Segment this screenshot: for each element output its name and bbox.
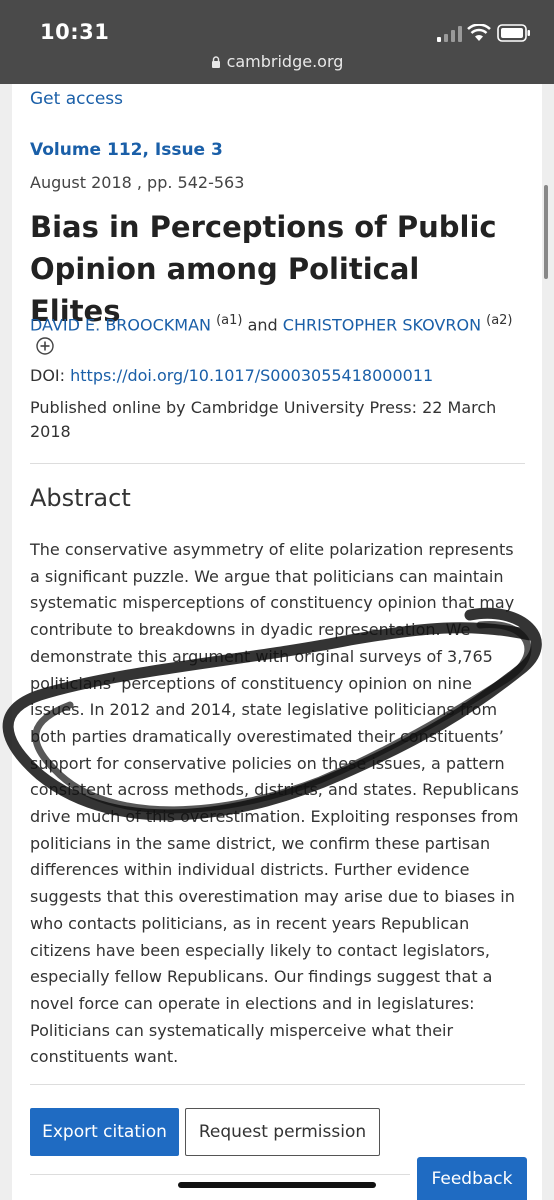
get-access-link[interactable]: Get access (30, 89, 123, 109)
export-citation-button[interactable]: Export citation (30, 1108, 179, 1156)
authors-conjunction: and (247, 315, 278, 335)
doi-label: DOI: (30, 366, 66, 385)
request-permission-button[interactable]: Request permission (185, 1108, 380, 1156)
home-indicator[interactable] (178, 1182, 376, 1188)
issue-link[interactable]: Issue 3 (155, 140, 223, 160)
battery-icon (497, 24, 530, 42)
cellular-signal-icon (437, 26, 462, 42)
feedback-button[interactable]: Feedback (417, 1157, 527, 1200)
volume-link[interactable]: Volume 112 (30, 140, 142, 160)
status-time: 10:31 (40, 20, 110, 44)
url-text: cambridge.org (226, 52, 344, 71)
abstract-heading: Abstract (30, 484, 131, 512)
doi-link[interactable]: https://doi.org/10.1017/S000305541800001… (70, 366, 433, 385)
scrollbar[interactable] (544, 185, 548, 279)
authors-line: DAVID E. BROOCKMAN (a1) and CHRISTOPHER … (30, 308, 530, 338)
doi-line: DOI: https://doi.org/10.1017/S0003055418… (30, 366, 433, 385)
lock-icon (211, 56, 220, 68)
expand-authors-plus-icon[interactable] (36, 337, 54, 355)
wifi-icon (467, 24, 491, 41)
status-bar: 10:31 cambridge.org (0, 0, 554, 84)
author-link-broockman[interactable]: DAVID E. BROOCKMAN (30, 315, 211, 334)
author2-affiliation: (a2) (486, 313, 513, 328)
author-link-skovron[interactable]: CHRISTOPHER SKOVRON (283, 315, 481, 334)
volume-issue: Volume 112, Issue 3 (30, 140, 223, 160)
divider (30, 463, 525, 464)
author1-affiliation: (a1) (216, 313, 243, 328)
date-pages: August 2018 , pp. 542-563 (30, 173, 245, 192)
address-bar[interactable]: cambridge.org (0, 52, 554, 71)
abstract-text: The conservative asymmetry of elite pola… (30, 540, 519, 1067)
divider (30, 1174, 410, 1175)
divider (30, 1084, 525, 1085)
published-info: Published online by Cambridge University… (30, 398, 497, 441)
